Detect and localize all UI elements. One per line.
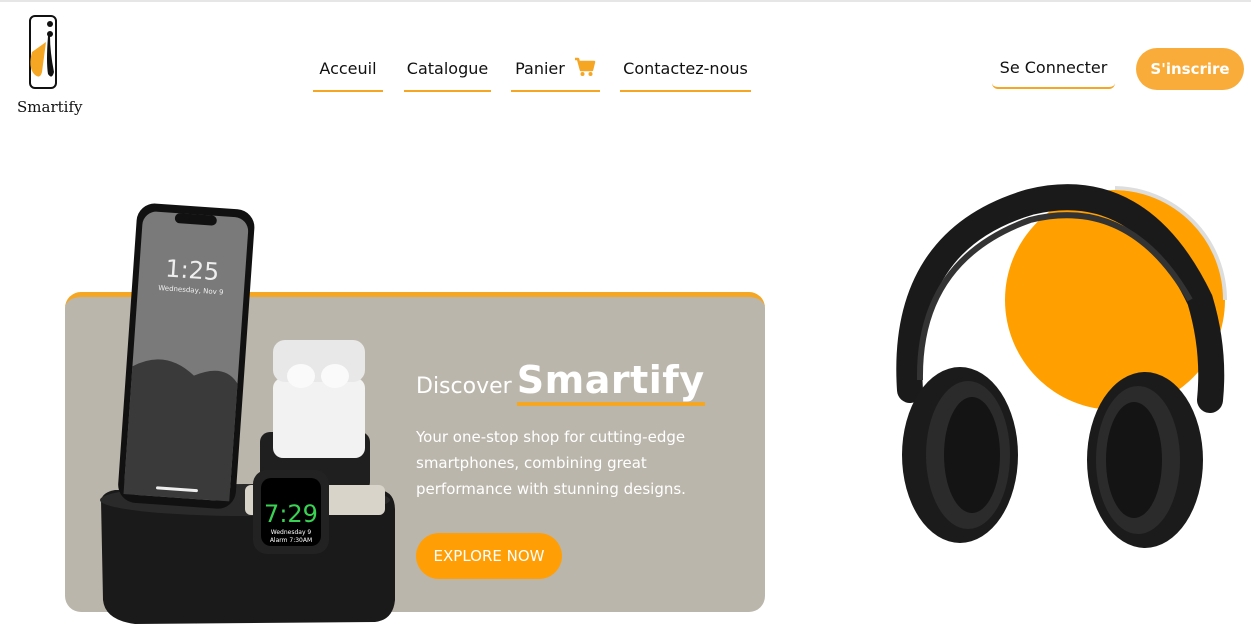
cart-icon <box>574 57 596 85</box>
hero-brand: Smartify <box>516 358 705 406</box>
top-border <box>0 0 1251 2</box>
nav-acceuil[interactable]: Acceuil <box>313 56 383 92</box>
headphones-image <box>896 184 1227 548</box>
hero-description: Your one-stop shop for cutting-edge smar… <box>416 428 686 498</box>
smartify-logo-icon <box>29 15 57 89</box>
brand-logo[interactable]: Smartify <box>14 12 82 116</box>
brand-name: Smartify <box>17 98 83 116</box>
explore-now-button[interactable]: EXPLORE NOW <box>416 533 562 579</box>
hero-title: Discover Smartify <box>416 358 705 406</box>
watch-date: Wednesday 9 <box>271 529 312 536</box>
watch-alarm: Alarm 7:30AM <box>270 537 312 544</box>
nav-panier[interactable]: Panier <box>511 56 600 92</box>
nav-contactez-nous[interactable]: Contactez-nous <box>620 56 751 92</box>
nav-acceuil-label: Acceuil <box>319 59 377 78</box>
nav-contact-label: Contactez-nous <box>623 59 748 78</box>
phone-time: 1:25 <box>164 254 220 286</box>
signup-button[interactable]: S'inscrire <box>1136 48 1244 90</box>
hero-discover: Discover <box>416 374 512 399</box>
login-button[interactable]: Se Connecter <box>992 55 1115 89</box>
nav-catalogue[interactable]: Catalogue <box>404 56 491 92</box>
nav-panier-label: Panier <box>515 59 565 78</box>
watch-time: 7:29 <box>264 500 318 528</box>
nav-catalogue-label: Catalogue <box>406 59 489 78</box>
charging-dock-image: 1:25 Wednesday, Nov 9 7:29 Wednesday 9 A… <box>100 203 395 624</box>
